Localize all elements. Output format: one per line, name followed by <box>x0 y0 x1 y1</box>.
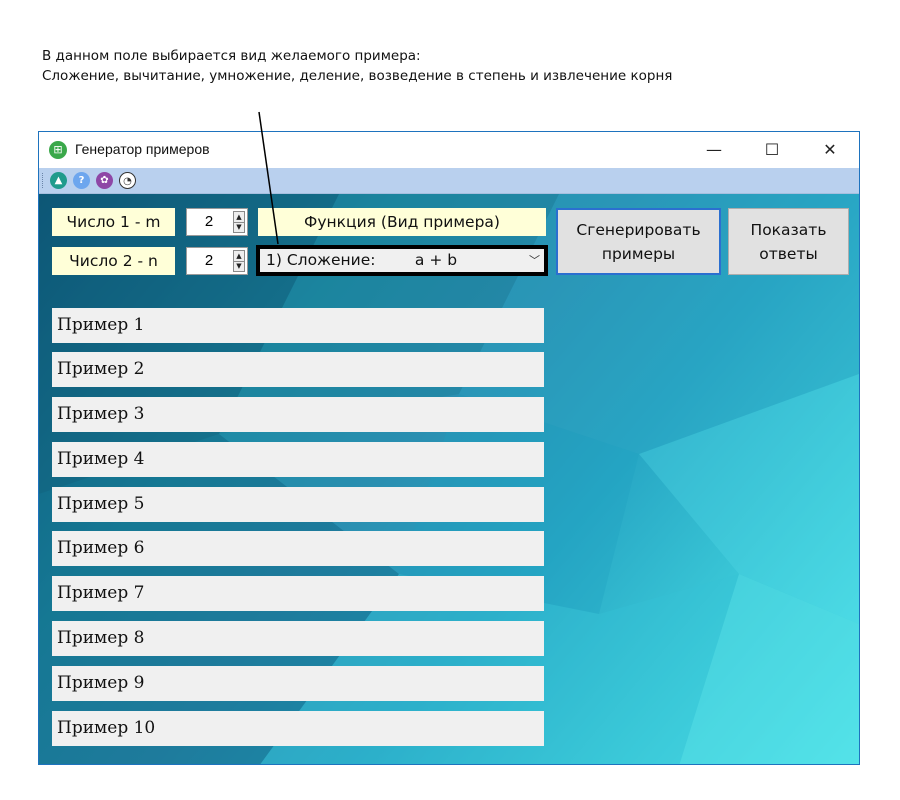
app-icon: ⊞ <box>49 141 67 159</box>
annotation-text: В данном поле выбирается вид желаемого п… <box>42 46 862 86</box>
up-triangle-icon[interactable]: ▲ <box>50 172 67 189</box>
chevron-down-icon[interactable]: ﹀ <box>529 249 540 272</box>
example-row[interactable]: Пример 7 <box>52 576 544 611</box>
number1-stepper[interactable]: 2 ▲ ▼ <box>186 208 248 236</box>
toolbar-grip[interactable] <box>42 173 45 188</box>
window-title: Генератор примеров <box>75 141 210 157</box>
toolbar: ▲ ? ✿ ◔ <box>39 168 859 194</box>
function-label: Функция (Вид примера) <box>258 208 546 236</box>
function-selected-value: 1) Сложение: a + b <box>266 251 458 269</box>
number2-spin-arrows[interactable]: ▲ ▼ <box>233 250 245 272</box>
example-row[interactable]: Пример 8 <box>52 621 544 656</box>
show-answers-button[interactable]: Показать ответы <box>728 208 849 275</box>
example-row[interactable]: Пример 10 <box>52 711 544 746</box>
close-button[interactable]: ✕ <box>801 132 859 168</box>
number2-stepper[interactable]: 2 ▲ ▼ <box>186 247 248 275</box>
title-bar[interactable]: ⊞ Генератор примеров — ☐ ✕ <box>39 132 859 168</box>
annotation-line-2: Сложение, вычитание, умножение, деление,… <box>42 68 673 84</box>
example-row[interactable]: Пример 5 <box>52 487 544 522</box>
speedometer-icon[interactable]: ◔ <box>119 172 136 189</box>
function-select[interactable]: 1) Сложение: a + b ﹀ <box>256 245 548 276</box>
annotation-line-1: В данном поле выбирается вид желаемого п… <box>42 48 421 64</box>
example-row[interactable]: Пример 3 <box>52 397 544 432</box>
spin-down-icon[interactable]: ▼ <box>234 261 244 271</box>
example-row[interactable]: Пример 9 <box>52 666 544 701</box>
number1-label: Число 1 - m <box>52 208 175 236</box>
client-area: Число 1 - m 2 ▲ ▼ Число 2 - n 2 ▲ ▼ Функ… <box>39 194 859 764</box>
minimize-button[interactable]: — <box>685 132 743 168</box>
number2-label: Число 2 - n <box>52 247 175 275</box>
example-row[interactable]: Пример 6 <box>52 531 544 566</box>
app-window: ⊞ Генератор примеров — ☐ ✕ ▲ ? ✿ ◔ Число… <box>38 131 860 765</box>
number1-value[interactable]: 2 <box>187 209 231 235</box>
spin-down-icon[interactable]: ▼ <box>234 222 244 232</box>
help-glyph: ? <box>78 175 85 186</box>
maximize-button[interactable]: ☐ <box>743 132 801 168</box>
example-row[interactable]: Пример 1 <box>52 308 544 343</box>
example-row[interactable]: Пример 2 <box>52 352 544 387</box>
settings-icon[interactable]: ✿ <box>96 172 113 189</box>
number1-spin-arrows[interactable]: ▲ ▼ <box>233 211 245 233</box>
example-row[interactable]: Пример 4 <box>52 442 544 477</box>
help-icon[interactable]: ? <box>73 172 90 189</box>
number2-value[interactable]: 2 <box>187 248 231 274</box>
generate-button[interactable]: Сгенерировать примеры <box>556 208 721 275</box>
